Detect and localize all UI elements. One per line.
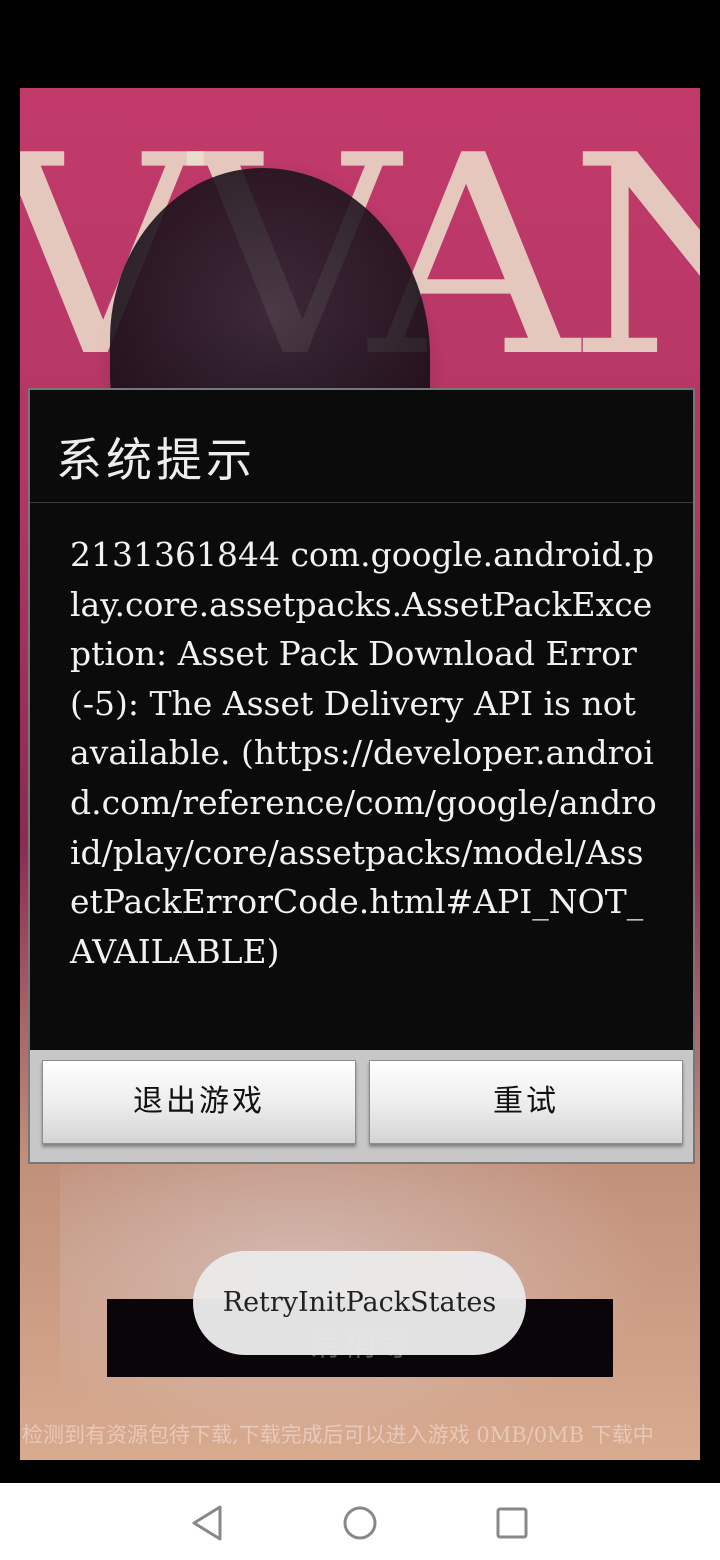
- exit-game-button[interactable]: 退出游戏: [42, 1060, 356, 1144]
- system-alert-dialog: 系统提示 2131361844 com.google.android.play.…: [28, 388, 695, 1164]
- download-status-text: 检测到有资源包待下载,下载完成后可以进入游戏 0MB/0MB 下载中: [22, 1423, 654, 1447]
- dialog-button-panel: 退出游戏 重试: [30, 1050, 693, 1162]
- dialog-divider: [30, 502, 693, 503]
- dialog-title: 系统提示: [56, 433, 256, 487]
- system-navigation-bar: [0, 1483, 720, 1560]
- recents-icon[interactable]: [490, 1501, 534, 1545]
- dialog-message: 2131361844 com.google.android.play.core.…: [70, 535, 657, 971]
- home-icon[interactable]: [338, 1501, 382, 1545]
- toast-message: RetryInitPackStates: [193, 1251, 526, 1355]
- back-icon[interactable]: [186, 1501, 230, 1545]
- retry-button[interactable]: 重试: [369, 1060, 683, 1144]
